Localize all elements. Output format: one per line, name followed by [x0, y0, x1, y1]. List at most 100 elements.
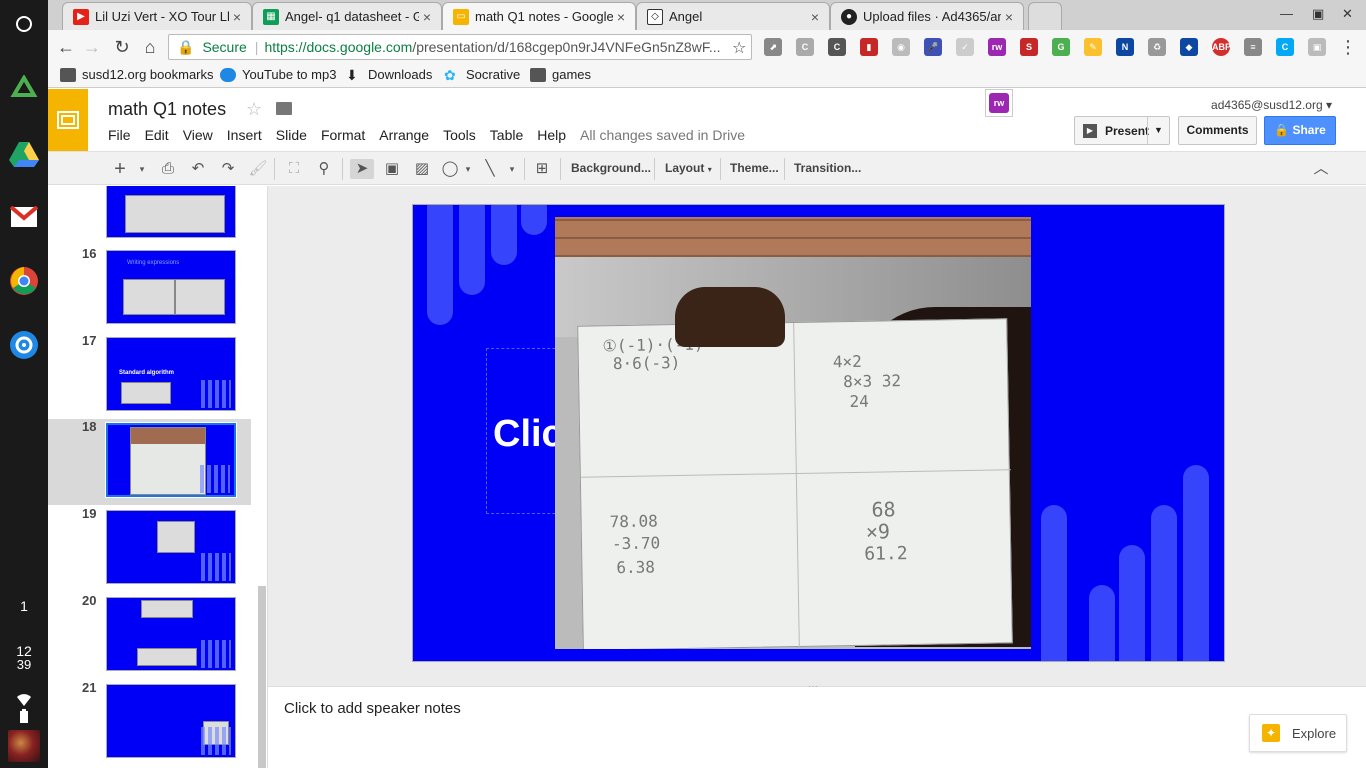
address-bar[interactable]: 🔒 Secure | https://docs.google.com/prese… [168, 34, 752, 60]
redo-icon[interactable]: ↷ [218, 159, 238, 179]
tab-github[interactable]: ● Upload files · Ad4365/an × [830, 2, 1024, 30]
minimize-icon[interactable]: — [1280, 6, 1293, 21]
save-status[interactable]: All changes saved in Drive [580, 127, 745, 143]
star-icon[interactable]: ☆ [246, 99, 262, 120]
slide-thumbnail-row[interactable] [48, 186, 251, 246]
new-tab-button[interactable] [1028, 2, 1062, 30]
menu-format[interactable]: Format [321, 127, 365, 143]
bookmark-item[interactable]: ✿ Socrative [444, 67, 520, 82]
undo-icon[interactable]: ↶ [188, 159, 208, 179]
transition-button[interactable]: Transition... [794, 161, 861, 175]
slide-thumbnail-selected[interactable] [105, 422, 237, 498]
bookmark-item[interactable]: ⬇ Downloads [346, 67, 432, 82]
slide-thumbnail[interactable]: Standard algorithm [106, 337, 236, 411]
filmstrip-scrollbar[interactable] [258, 586, 266, 768]
new-slide-dropdown-icon[interactable]: ▾ [132, 159, 152, 179]
title-placeholder-text[interactable]: Clic [493, 413, 563, 456]
menu-arrange[interactable]: Arrange [379, 127, 429, 143]
zoom-fit-icon[interactable]: ⛶ [284, 159, 304, 179]
home-icon[interactable]: ⌂ [138, 36, 162, 58]
extension-icon[interactable]: ◆ [1180, 38, 1198, 56]
notes-photo[interactable]: ①(-1)·(-1) 8·6(-3) 4×2 8×3 32 24 78.08 -… [555, 217, 1031, 649]
shape-icon[interactable]: ◯ [440, 159, 460, 179]
slide-thumbnail[interactable] [106, 510, 236, 584]
slide-thumbnail[interactable] [106, 597, 236, 671]
slide-thumbnail-row[interactable]: 19 [48, 506, 251, 592]
adblock-icon[interactable]: ABP [1212, 38, 1231, 56]
readwrite-extension-icon[interactable]: rw [988, 38, 1006, 56]
extension-icon[interactable]: ✓ [956, 38, 974, 56]
paint-format-icon[interactable]: 🖌 [248, 159, 268, 179]
select-cursor-icon[interactable]: ➤ [350, 159, 374, 179]
bookmark-star-icon[interactable]: ☆ [732, 38, 746, 58]
move-to-folder-icon[interactable] [276, 102, 292, 115]
list-extension-icon[interactable]: ≡ [1244, 38, 1262, 56]
slide-thumbnail-row[interactable]: 20 [48, 593, 251, 679]
menu-slide[interactable]: Slide [276, 127, 307, 143]
zoom-icon[interactable]: ⚲ [314, 159, 334, 179]
comments-button[interactable]: Comments [1178, 116, 1257, 145]
speaker-notes-input[interactable]: Click to add speaker notes [284, 700, 461, 717]
collapse-toolbar-icon[interactable]: ︿ [1311, 159, 1331, 179]
microphone-extension-icon[interactable]: 🎤 [924, 38, 942, 56]
settings-icon[interactable] [8, 329, 40, 361]
bookmark-item[interactable]: susd12.org bookmarks [60, 67, 214, 82]
extension-icon[interactable]: S [1020, 38, 1038, 56]
tab-sheets[interactable]: ▦ Angel- q1 datasheet - Go × [252, 2, 442, 30]
extension-icon[interactable]: G [1052, 38, 1070, 56]
shape-dropdown-icon[interactable]: ▾ [458, 159, 478, 179]
extension-icon[interactable]: ✎ [1084, 38, 1102, 56]
close-icon[interactable]: × [613, 9, 629, 25]
battery-icon[interactable] [8, 700, 40, 732]
line-icon[interactable]: ╲ [480, 159, 500, 179]
slide-thumbnail-row-selected[interactable]: 18 [48, 419, 251, 505]
close-icon[interactable]: × [807, 9, 823, 25]
layout-button[interactable]: Layout ▾ [665, 161, 712, 175]
bookmark-item[interactable]: YouTube to mp3 [220, 67, 336, 82]
explore-button[interactable]: ✦ Explore [1249, 714, 1347, 752]
share-button[interactable]: 🔒 Share [1264, 116, 1336, 145]
print-icon[interactable]: ⎙ [158, 159, 178, 179]
menu-file[interactable]: File [108, 127, 131, 143]
text-box-icon[interactable]: ▣ [382, 159, 402, 179]
slide-thumbnail-row[interactable]: 16 Writing expressions [48, 246, 251, 332]
notification-count[interactable]: 1 [0, 598, 48, 614]
add-comment-icon[interactable]: ⊞ [532, 159, 552, 179]
menu-help[interactable]: Help [537, 127, 566, 143]
menu-edit[interactable]: Edit [145, 127, 169, 143]
user-avatar[interactable] [8, 730, 40, 762]
present-dropdown-icon[interactable]: ▼ [1147, 117, 1169, 144]
resize-handle-icon[interactable]: ··· [808, 681, 818, 692]
chrome-icon[interactable] [8, 265, 40, 297]
recycle-app-icon[interactable] [8, 74, 40, 106]
extension-icon[interactable]: ▮ [860, 38, 878, 56]
google-drive-icon[interactable] [8, 138, 40, 170]
camera-extension-icon[interactable]: ◉ [892, 38, 910, 56]
new-slide-icon[interactable]: + [110, 159, 130, 179]
close-icon[interactable]: × [1001, 9, 1017, 25]
image-icon[interactable]: ▨ [412, 159, 432, 179]
line-dropdown-icon[interactable]: ▾ [502, 159, 522, 179]
tab-youtube[interactable]: ▶ Lil Uzi Vert - XO Tour Llif3 × [62, 2, 252, 30]
slide-thumbnail-row[interactable]: 21 [48, 680, 251, 766]
recycle-extension-icon[interactable]: ♻ [1148, 38, 1166, 56]
menu-insert[interactable]: Insert [227, 127, 262, 143]
extension-icon[interactable]: C [828, 38, 846, 56]
readwrite-floating-icon[interactable]: rw [985, 89, 1013, 117]
reload-icon[interactable]: ↻ [110, 36, 134, 58]
gmail-icon[interactable] [8, 201, 40, 233]
close-icon[interactable]: × [229, 9, 245, 25]
background-button[interactable]: Background... [571, 161, 651, 175]
maximize-icon[interactable]: ▣ [1312, 6, 1324, 22]
slide-thumbnail[interactable] [106, 684, 236, 758]
menu-table[interactable]: Table [490, 127, 523, 143]
extension-icon[interactable]: ▣ [1308, 38, 1326, 56]
slide-thumbnail[interactable] [106, 186, 236, 238]
close-icon[interactable]: × [419, 9, 435, 25]
menu-view[interactable]: View [183, 127, 213, 143]
present-button[interactable]: ▶ Present ▼ [1074, 116, 1170, 145]
account-menu[interactable]: ad4365@susd12.org ▾ [1211, 98, 1332, 112]
slide-thumbnail[interactable]: Writing expressions [106, 250, 236, 324]
extension-icon[interactable]: C [1276, 38, 1294, 56]
document-title[interactable]: math Q1 notes [108, 99, 226, 120]
